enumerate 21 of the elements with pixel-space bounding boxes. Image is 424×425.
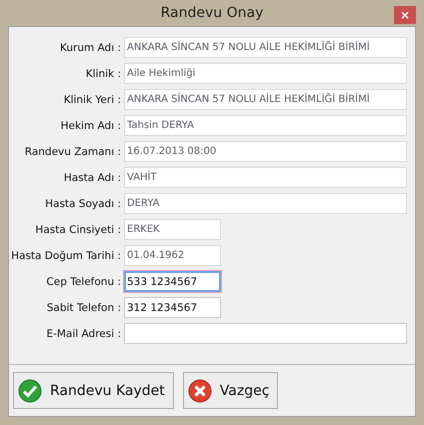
field-label: Hasta Adı : — [62, 172, 122, 184]
cancel-icon — [188, 378, 212, 402]
field-label: Sabit Telefon : — [46, 302, 122, 314]
input-field[interactable]: 533 1234567 — [124, 271, 221, 292]
field-label: Cep Telefonu : — [45, 276, 122, 288]
checkmark-icon — [18, 378, 42, 402]
input-field[interactable] — [124, 323, 407, 344]
field-label: Klinik Yeri : — [62, 94, 122, 106]
input-field[interactable]: 312 1234567 — [124, 297, 221, 318]
field-label: Hekim Adı : — [60, 120, 122, 132]
field-label: Kurum Adı : — [58, 42, 122, 54]
window-title: Randevu Onay — [160, 5, 264, 21]
field-label: E-Mail Adresi : — [45, 328, 122, 340]
close-button[interactable]: × — [394, 6, 416, 24]
save-button[interactable]: Randevu Kaydet — [13, 372, 174, 409]
field-label: Hasta Doğum Tarihi : — [10, 250, 122, 262]
field-label: Hasta Soyadı : — [44, 198, 122, 210]
field-label: Klinik : — [84, 68, 122, 80]
cancel-button[interactable]: Vazgeç — [182, 372, 278, 409]
field-label: Hasta Cinsiyeti : — [34, 224, 122, 236]
field-label: Randevu Zamanı : — [24, 146, 122, 158]
